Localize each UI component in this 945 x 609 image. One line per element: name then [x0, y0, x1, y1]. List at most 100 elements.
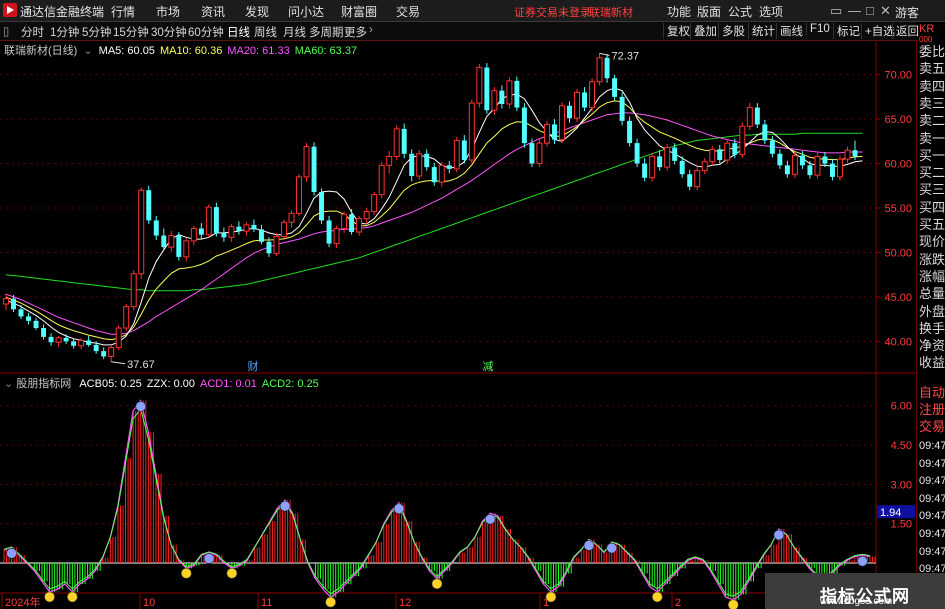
right-menu-item[interactable]: 功能 — [667, 3, 691, 20]
period-tab[interactable]: 30分钟 — [151, 24, 187, 40]
buy-face-icon — [181, 567, 192, 579]
candle-body — [266, 241, 272, 254]
toolbar-menu-icon[interactable]: ▯ — [3, 24, 9, 38]
ma-value: MA60: 63.37 — [294, 45, 358, 57]
period-tab[interactable]: 60分钟 — [188, 24, 224, 40]
guest-label[interactable]: 游客 — [895, 4, 919, 21]
indicator-pane-title: 股朋指标网 — [16, 378, 72, 390]
menu-item[interactable]: 市场 — [156, 3, 180, 20]
candle-body — [183, 240, 190, 258]
price-pane-title: 联瑞新材(日线) — [4, 45, 78, 57]
quote-label: 卖五 — [919, 61, 945, 77]
close-icon[interactable]: ✕ — [880, 3, 891, 19]
candle-body — [574, 91, 580, 119]
low-marker-line — [111, 361, 126, 365]
current-stock-name[interactable]: 联瑞新材 — [589, 4, 633, 20]
candle-body — [649, 155, 656, 179]
quote-label: 买三 — [919, 182, 945, 198]
toolbar-button[interactable]: 复权 — [663, 23, 690, 39]
candle-body — [424, 153, 430, 168]
menu-item[interactable]: 交易 — [396, 3, 420, 20]
candle-body — [393, 128, 400, 157]
toolbar-button[interactable]: 叠加 — [690, 23, 717, 39]
period-tab[interactable]: 5分钟 — [82, 24, 111, 40]
candle-body — [281, 221, 287, 237]
candle-body — [814, 155, 821, 176]
event-marker[interactable]: 财 — [248, 359, 259, 373]
app-title: 通达信金融终端 — [20, 5, 105, 19]
panel-action[interactable]: 交易 — [919, 420, 945, 433]
period-tab[interactable]: 1分钟 — [50, 24, 79, 40]
period-tab[interactable]: 周线 — [254, 24, 277, 40]
price-tick-label: 40.00 — [884, 336, 912, 348]
candle-body — [221, 232, 227, 238]
price-tick-label: 45.00 — [884, 292, 912, 304]
toolbar-button[interactable]: 画线 — [776, 23, 803, 39]
period-tab[interactable]: 15分钟 — [113, 24, 149, 40]
candle-body — [746, 107, 753, 127]
candle-body — [86, 340, 92, 345]
window-minimize-icon[interactable]: — — [848, 3, 861, 18]
quote-label: 买二 — [919, 165, 945, 181]
right-menu-item[interactable]: 选项 — [759, 3, 783, 20]
candle-body — [732, 143, 738, 155]
toolbar-button[interactable]: 统计 — [748, 23, 775, 39]
candle-body — [453, 139, 460, 170]
x-axis-label: 10 — [143, 597, 155, 609]
candle-body — [634, 143, 640, 164]
toolbar-button[interactable]: F10 — [806, 23, 830, 35]
period-tab[interactable]: 分时 — [21, 24, 44, 40]
right-menu-item[interactable]: 版面 — [697, 3, 721, 20]
quote-label: 换手 — [919, 320, 945, 336]
maximize-icon[interactable]: □ — [866, 3, 874, 18]
buy-face-icon — [67, 591, 78, 603]
candle-body — [791, 155, 798, 175]
candle-body — [198, 228, 204, 235]
login-warning[interactable]: 证券交易未登录 — [514, 4, 591, 20]
candle-body — [409, 153, 415, 176]
right-menu-item[interactable]: 公式 — [728, 3, 752, 20]
stock-chart[interactable]: 70.00 65.00 60.00 55.00 50.00 45.00 40.00 6.00 4… — [0, 40, 916, 609]
chevron-down-icon[interactable]: ⌄ — [4, 378, 13, 390]
tick-time: 09:47 — [919, 457, 945, 470]
sell-face-icon — [279, 500, 291, 512]
candle-body — [619, 96, 625, 121]
candle-body — [349, 214, 355, 232]
event-marker[interactable]: 减 — [483, 360, 494, 373]
menu-item[interactable]: 财富圈 — [341, 3, 377, 20]
candle-body — [844, 149, 851, 160]
toolbar-button[interactable]: 返回 — [892, 23, 919, 39]
candle-body — [3, 298, 9, 305]
buy-face-icon — [226, 567, 238, 579]
candle-body — [724, 142, 731, 161]
tick-time: 09:47 — [919, 510, 945, 523]
menu-item[interactable]: 发现 — [245, 3, 269, 20]
candle-body — [521, 107, 527, 144]
panel-action[interactable]: 注册 — [919, 403, 945, 416]
candle-body — [11, 298, 16, 310]
candle-body — [852, 150, 858, 157]
menu-item[interactable]: 行情 — [111, 3, 135, 20]
candle-body — [71, 341, 77, 346]
period-tab[interactable]: 月线 — [283, 24, 306, 40]
period-tab[interactable]: 多周期 — [309, 24, 344, 40]
chevron-down-icon[interactable]: ⌄ — [83, 45, 92, 57]
period-tab[interactable]: 日线 — [227, 24, 250, 40]
toolbar-button[interactable]: 多股 — [718, 23, 745, 39]
menu-item[interactable]: 资讯 — [201, 3, 225, 20]
toolbar-button[interactable]: +自选 — [861, 23, 895, 39]
chevron-right-icon[interactable]: › — [369, 24, 373, 36]
period-tab[interactable]: 更多 — [344, 24, 367, 40]
candle-body — [446, 165, 452, 169]
candle-body — [386, 155, 393, 166]
candle-body — [33, 320, 39, 328]
candle-body — [694, 170, 701, 188]
minimize-icon[interactable]: ▭ — [830, 3, 842, 19]
candle-body — [679, 160, 685, 175]
panel-action[interactable]: 自动 — [919, 386, 945, 399]
menu-item[interactable]: 问小达 — [288, 3, 324, 20]
toolbar-button[interactable]: 标记 — [833, 23, 860, 39]
indicator-pane-header: ⌄ 股朋指标网 ACB05: 0.25 ZZX: 0.00 ACD1: 0.01 AC… — [4, 375, 319, 391]
buy-face-icon — [431, 578, 443, 590]
candle-body — [356, 218, 363, 233]
